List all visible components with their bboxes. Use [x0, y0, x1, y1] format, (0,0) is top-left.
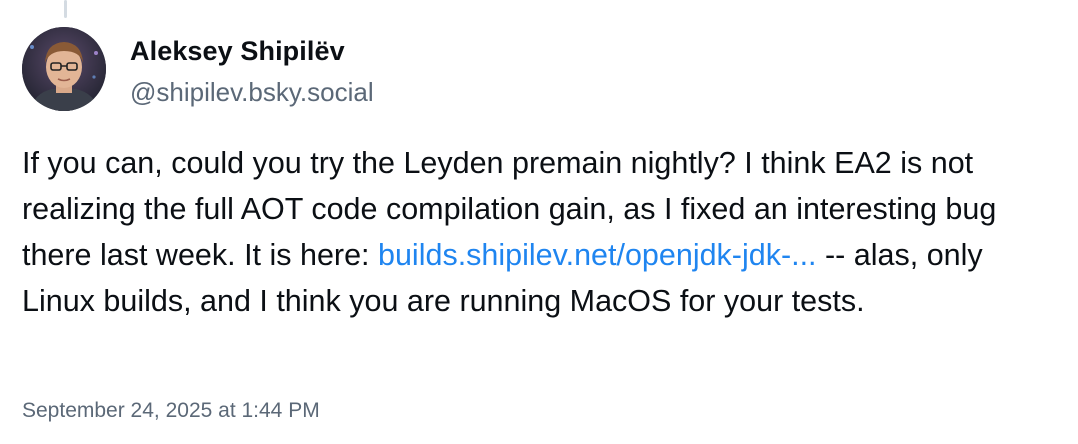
thread-connector-line	[64, 0, 67, 18]
avatar[interactable]	[22, 27, 106, 111]
post-timestamp[interactable]: September 24, 2025 at 1:44 PM	[22, 396, 320, 426]
author-block: Aleksey Shipilëv @shipilev.bsky.social	[130, 34, 374, 110]
post-link[interactable]: builds.shipilev.net/openjdk-jdk-...	[378, 238, 817, 272]
author-handle[interactable]: @shipilev.bsky.social	[130, 74, 374, 110]
avatar-image	[22, 27, 106, 111]
author-display-name[interactable]: Aleksey Shipilëv	[130, 34, 374, 68]
post-body: If you can, could you try the Leyden pre…	[22, 140, 1062, 324]
